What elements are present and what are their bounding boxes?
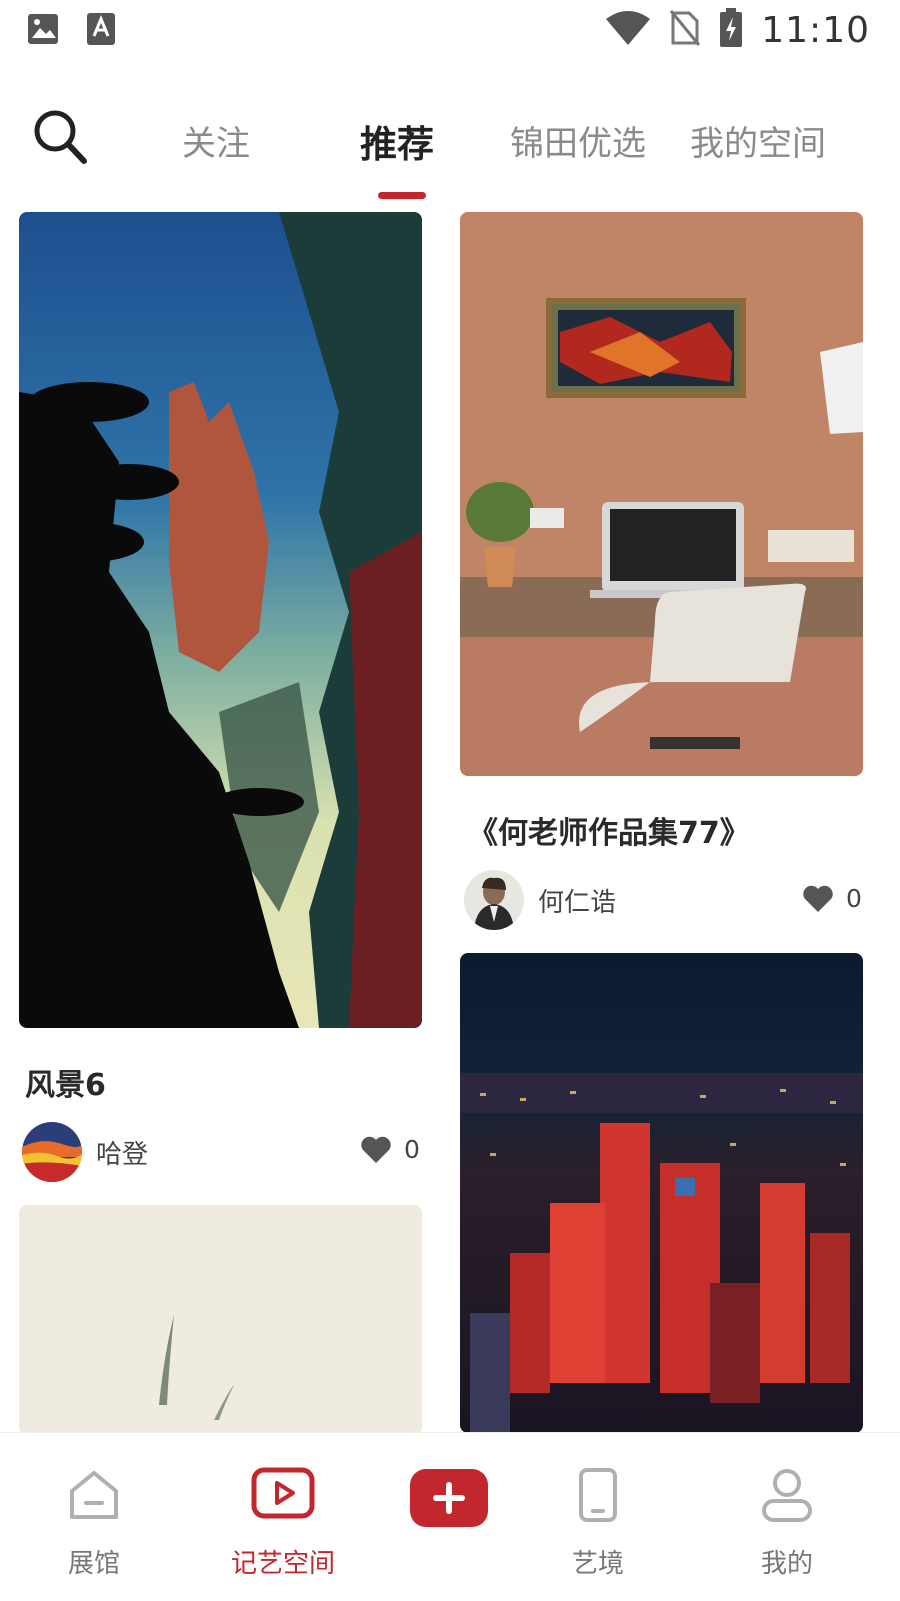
top-tab-bar: 关注 推荐 锦田优选 我的空间 bbox=[0, 96, 900, 206]
nav-label: 记艺空间 bbox=[230, 1549, 335, 1579]
artwork-title[interactable]: 《何老师作品集77》 bbox=[468, 808, 750, 852]
author-row[interactable]: 哈登 bbox=[22, 1120, 148, 1184]
battery-charging-icon bbox=[719, 8, 743, 52]
wifi-icon bbox=[605, 9, 651, 51]
status-bar: 11:10 bbox=[0, 0, 900, 62]
like-count-value: 0 bbox=[404, 1135, 420, 1164]
author-name[interactable]: 哈登 bbox=[96, 1134, 148, 1171]
artwork-title[interactable]: 风景6 bbox=[25, 1060, 106, 1104]
nav-museum[interactable]: 展馆 bbox=[14, 1433, 174, 1601]
search-icon bbox=[34, 110, 87, 164]
heart-icon bbox=[361, 1136, 391, 1163]
nav-jiyi-space[interactable]: 记艺空间 bbox=[203, 1433, 363, 1601]
add-icon bbox=[433, 1482, 465, 1514]
author-row[interactable]: 何仁诰 bbox=[464, 868, 616, 932]
tab-jintian-selection[interactable]: 锦田优选 bbox=[510, 116, 646, 165]
like-count-value: 0 bbox=[846, 884, 862, 913]
tab-my-space[interactable]: 我的空间 bbox=[690, 116, 826, 165]
nav-profile[interactable]: 我的 bbox=[707, 1433, 867, 1601]
search-button[interactable] bbox=[30, 106, 96, 172]
author-name[interactable]: 何仁诰 bbox=[538, 882, 616, 919]
like-count[interactable]: 0 bbox=[360, 1135, 420, 1164]
author-avatar[interactable] bbox=[22, 1122, 82, 1182]
status-time: 11:10 bbox=[761, 9, 870, 51]
gallery-notification-icon bbox=[26, 12, 60, 50]
heart-icon bbox=[803, 885, 833, 912]
artwork-image-night-city[interactable] bbox=[460, 953, 863, 1433]
tab-follow[interactable]: 关注 bbox=[182, 116, 250, 165]
museum-icon bbox=[70, 1471, 118, 1519]
tab-recommend[interactable]: 推荐 bbox=[360, 114, 434, 168]
artwork-image-ink-painting[interactable] bbox=[19, 1205, 422, 1435]
active-tab-indicator bbox=[378, 192, 426, 199]
artwork-image-landscape[interactable] bbox=[19, 212, 422, 1028]
nav-yijing[interactable]: 艺境 bbox=[518, 1433, 678, 1601]
author-avatar[interactable] bbox=[464, 870, 524, 930]
phone-icon bbox=[579, 1468, 617, 1522]
like-count[interactable]: 0 bbox=[802, 884, 862, 913]
artwork-image-interior[interactable] bbox=[460, 212, 863, 776]
nav-label: 我的 bbox=[760, 1549, 813, 1579]
font-notification-icon bbox=[86, 12, 116, 50]
profile-icon bbox=[762, 1469, 812, 1522]
nav-label: 展馆 bbox=[67, 1549, 120, 1579]
nav-label: 艺境 bbox=[571, 1549, 624, 1579]
add-button[interactable] bbox=[410, 1469, 488, 1527]
no-sim-icon bbox=[669, 9, 701, 51]
bottom-navigation: 展馆 记艺空间 艺境 我的 bbox=[0, 1432, 900, 1601]
play-icon bbox=[251, 1467, 315, 1519]
